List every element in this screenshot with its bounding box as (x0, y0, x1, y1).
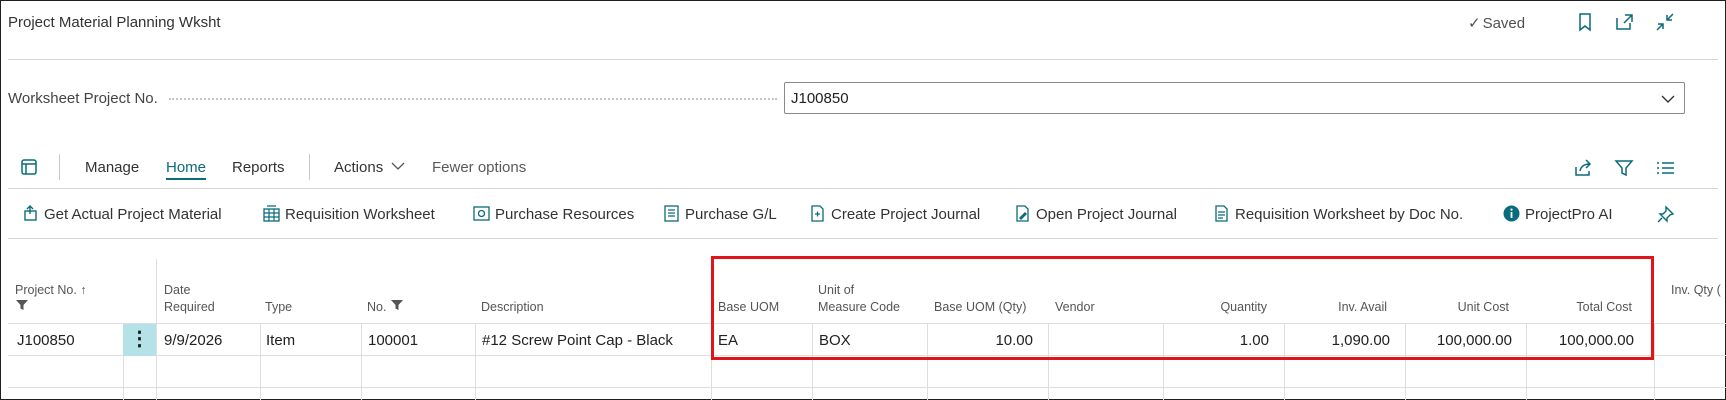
open-journal-icon (1014, 205, 1031, 222)
menu-divider (8, 188, 1718, 189)
collapse-icon[interactable] (1654, 11, 1676, 33)
menu-home[interactable]: Home (166, 159, 207, 180)
column-divider (260, 323, 261, 400)
purchase-resources-icon (473, 205, 490, 222)
menu-actions[interactable]: Actions (334, 159, 405, 176)
create-journal-icon (809, 205, 826, 222)
filter-icon (16, 300, 28, 310)
menu-fewer-options[interactable]: Fewer options (432, 159, 526, 176)
cell-date-required[interactable]: 9/9/2026 (164, 325, 222, 355)
row-actions-menu-icon[interactable]: ⋮ (123, 324, 156, 356)
list-view-icon[interactable] (1654, 157, 1676, 179)
column-description[interactable]: Description (481, 299, 544, 316)
get-material-icon (22, 205, 39, 222)
header-divider (8, 59, 1718, 60)
action-label: Create Project Journal (831, 206, 981, 223)
action-label: Get Actual Project Material (44, 206, 222, 223)
menu-reports[interactable]: Reports (232, 159, 285, 176)
highlight-box (711, 256, 1654, 360)
document-icon (1213, 205, 1230, 222)
action-requisition-worksheet-by-doc[interactable]: Requisition Worksheet by Doc No. (1213, 205, 1463, 223)
chevron-down-icon (391, 162, 405, 170)
field-leader-dots (169, 98, 777, 100)
cell-type[interactable]: Item (266, 325, 295, 355)
column-no[interactable]: No. (367, 299, 404, 316)
column-label-line2: Required (164, 300, 215, 314)
action-label: Requisition Worksheet by Doc No. (1235, 206, 1464, 223)
filter-icon[interactable] (1613, 157, 1635, 179)
bookmark-icon[interactable] (1574, 11, 1596, 33)
action-projectpro-ai[interactable]: ProjectPro AI (1503, 205, 1613, 223)
column-type[interactable]: Type (265, 299, 292, 316)
column-divider (156, 259, 157, 400)
column-label: No. (367, 300, 387, 314)
cell-no[interactable]: 100001 (368, 325, 418, 355)
check-icon: ✓ (1468, 15, 1481, 32)
layout-icon[interactable] (20, 158, 38, 180)
column-divider (361, 323, 362, 400)
action-open-project-journal[interactable]: Open Project Journal (1014, 205, 1177, 223)
saved-label: Saved (1482, 15, 1526, 32)
action-label: Open Project Journal (1036, 206, 1177, 223)
row-divider (8, 387, 1726, 388)
column-project-no[interactable]: Project No. ↑ (15, 282, 87, 316)
column-inv-qty[interactable]: Inv. Qty ( (1671, 282, 1721, 299)
page-frame: Project Material Planning Wksht ✓ Saved W… (0, 0, 1726, 400)
menu-separator (59, 154, 60, 180)
action-purchase-gl[interactable]: Purchase G/L (663, 205, 777, 223)
menu-separator (309, 154, 310, 180)
action-create-project-journal[interactable]: Create Project Journal (809, 205, 980, 223)
column-divider (475, 323, 476, 400)
pin-icon[interactable] (1654, 204, 1676, 226)
worksheet-project-no-input[interactable]: J100850 (784, 82, 1685, 114)
column-label: Project No. (15, 283, 77, 297)
menu-actions-label: Actions (334, 159, 384, 176)
actions-divider (8, 238, 1718, 239)
action-get-actual-project-material[interactable]: Get Actual Project Material (22, 205, 222, 223)
menu-manage[interactable]: Manage (85, 159, 139, 176)
cell-project-no[interactable]: J100850 (17, 325, 75, 355)
column-divider (1654, 323, 1655, 400)
action-label: Purchase Resources (495, 206, 635, 223)
action-purchase-resources[interactable]: Purchase Resources (473, 205, 634, 223)
chevron-down-icon[interactable] (1660, 91, 1676, 107)
cell-description[interactable]: #12 Screw Point Cap - Black (482, 325, 673, 355)
purchase-gl-icon (663, 205, 680, 222)
worksheet-project-no-value: J100850 (791, 90, 849, 107)
action-label: Requisition Worksheet (285, 206, 435, 223)
sort-ascending-icon: ↑ (80, 283, 87, 297)
action-label: ProjectPro AI (1525, 206, 1613, 223)
action-label: Purchase G/L (685, 206, 777, 223)
saved-status: ✓ Saved (1468, 14, 1525, 32)
filter-icon (390, 300, 403, 310)
worksheet-project-no-label: Worksheet Project No. (8, 90, 158, 107)
worksheet-icon (263, 205, 280, 222)
info-icon (1503, 205, 1520, 222)
open-in-new-window-icon[interactable] (1613, 11, 1635, 33)
share-icon[interactable] (1572, 157, 1594, 179)
action-requisition-worksheet[interactable]: Requisition Worksheet (263, 205, 435, 223)
column-date-required[interactable]: Date Required (164, 282, 215, 316)
column-label-line1: Date (164, 283, 191, 297)
page-title: Project Material Planning Wksht (8, 14, 221, 31)
